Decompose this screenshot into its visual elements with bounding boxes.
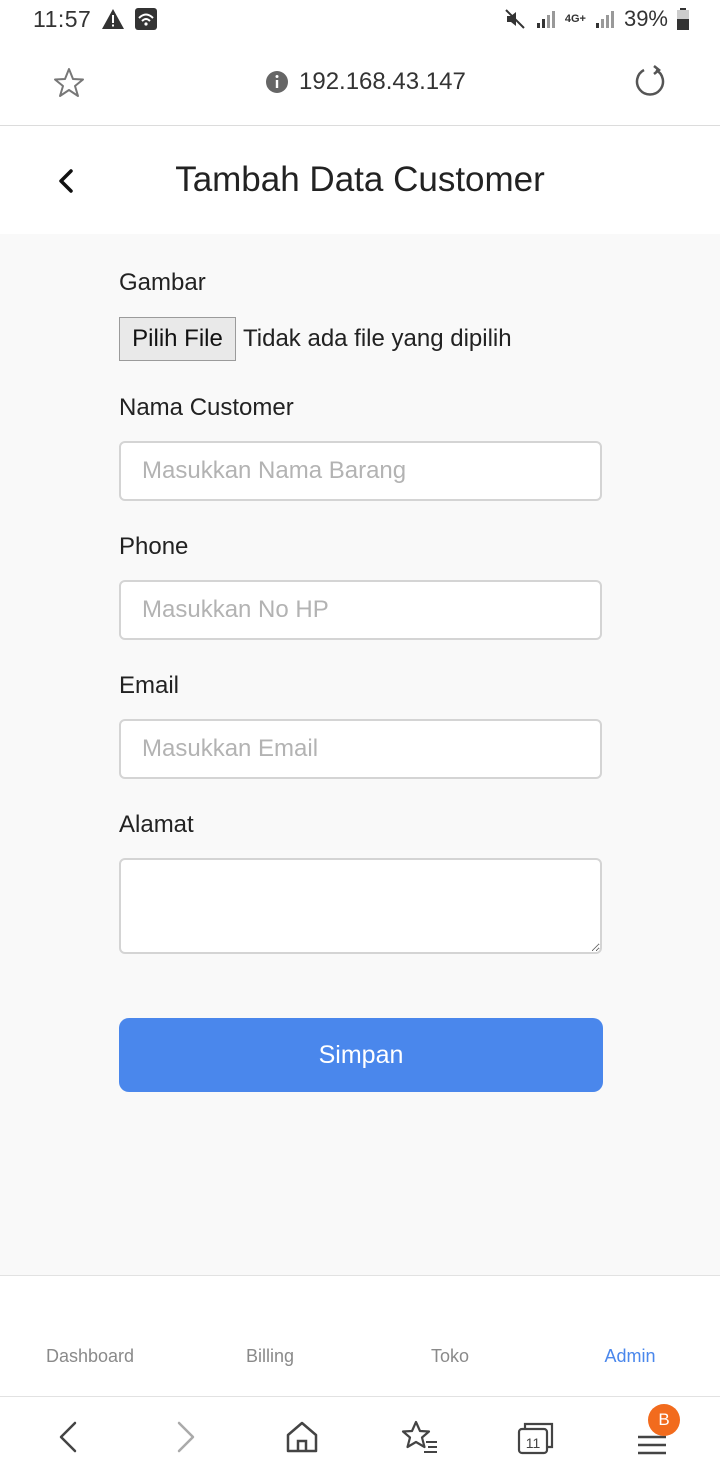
- nama-customer-input[interactable]: [119, 441, 602, 501]
- browser-toolbar: 11: [0, 1397, 720, 1480]
- status-right-icons: 4G+ 39%: [503, 6, 690, 32]
- file-status-text: Tidak ada file yang dipilih: [243, 325, 512, 352]
- network-type-label: 4G+: [564, 12, 586, 25]
- bookmark-star-icon[interactable]: [52, 66, 86, 100]
- browser-address-bar: 192.168.43.147: [0, 42, 720, 126]
- status-left-icons: [101, 8, 157, 30]
- nav-item-admin[interactable]: Admin: [540, 1346, 720, 1367]
- phone-label: Phone: [119, 533, 189, 560]
- mute-icon: [505, 9, 525, 29]
- simpan-button[interactable]: Simpan: [119, 1018, 603, 1092]
- email-label: Email: [119, 672, 180, 699]
- url-text: 192.168.43.147: [299, 68, 466, 95]
- page-title: Tambah Data Customer: [175, 160, 545, 199]
- menu-badge: B: [648, 1404, 680, 1436]
- url-field[interactable]: 192.168.43.147: [265, 68, 466, 96]
- status-bar: 11:57 4G+ 39%: [0, 0, 720, 42]
- battery-percent: 39%: [623, 6, 668, 31]
- customer-form: Gambar Pilih File Tidak ada file yang di…: [0, 234, 720, 1276]
- app-bottom-nav: Dashboard Billing Toko Admin: [0, 1276, 720, 1397]
- alamat-textarea[interactable]: [119, 858, 602, 954]
- nama-customer-label: Nama Customer: [119, 394, 294, 421]
- browser-back-icon[interactable]: [52, 1417, 86, 1457]
- battery-icon: [677, 8, 689, 30]
- wifi-icon: [135, 8, 157, 30]
- phone-input[interactable]: [119, 580, 602, 640]
- alamat-label: Alamat: [119, 811, 194, 838]
- status-time: 11:57: [33, 6, 92, 32]
- tabs-count: 11: [526, 1435, 541, 1451]
- reload-icon[interactable]: [632, 64, 668, 100]
- nav-item-toko[interactable]: Toko: [360, 1346, 540, 1367]
- warning-icon: [102, 9, 124, 29]
- signal-icon: [536, 11, 555, 28]
- signal-icon-2: [595, 11, 614, 28]
- gambar-label: Gambar: [119, 269, 206, 296]
- bookmarks-icon[interactable]: [400, 1417, 440, 1457]
- home-icon[interactable]: [284, 1417, 320, 1457]
- nav-item-billing[interactable]: Billing: [180, 1346, 360, 1367]
- nav-item-dashboard[interactable]: Dashboard: [0, 1346, 180, 1367]
- choose-file-button[interactable]: Pilih File: [119, 317, 236, 361]
- info-icon[interactable]: [265, 70, 289, 94]
- tabs-icon[interactable]: 11: [516, 1417, 556, 1457]
- page-header: Tambah Data Customer: [0, 126, 720, 234]
- browser-forward-icon[interactable]: [168, 1417, 202, 1457]
- email-input[interactable]: [119, 719, 602, 779]
